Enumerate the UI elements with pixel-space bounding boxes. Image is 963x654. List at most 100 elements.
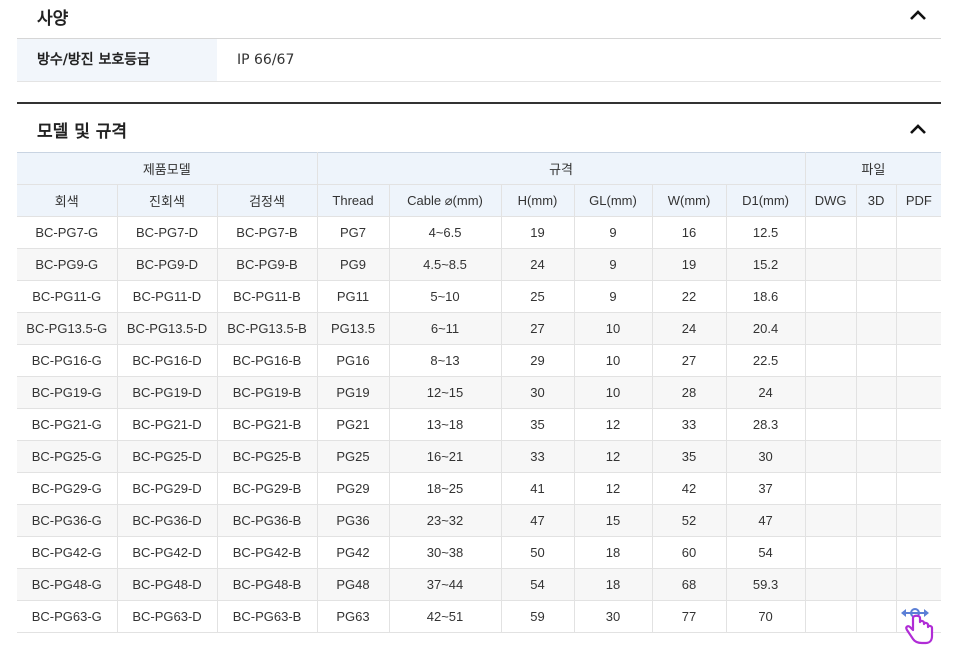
table-cell: PG36 (317, 504, 390, 537)
file-cell[interactable] (896, 536, 942, 569)
chevron-up-icon[interactable] (909, 8, 927, 22)
models-section-header[interactable]: 모델 및 규격 (17, 102, 941, 152)
table-cell: 18.6 (726, 280, 806, 313)
table-cell: 30 (501, 376, 575, 409)
table-cell: 50 (501, 536, 575, 569)
table-cell: 18 (574, 536, 653, 569)
table-cell: 35 (652, 440, 727, 473)
file-cell[interactable] (896, 280, 942, 313)
file-cell[interactable] (805, 472, 857, 505)
table-cell: 47 (501, 504, 575, 537)
table-cell: PG25 (317, 440, 390, 473)
file-cell[interactable] (856, 344, 897, 377)
table-cell: 30 (726, 440, 806, 473)
table-cell: BC-PG13.5-G (17, 312, 118, 345)
table-cell: 12 (574, 408, 653, 441)
file-cell[interactable] (856, 536, 897, 569)
group-header-model: 제품모델 (17, 152, 318, 185)
table-cell: 54 (726, 536, 806, 569)
table-cell: 22.5 (726, 344, 806, 377)
file-cell[interactable] (805, 312, 857, 345)
table-column-header-row: 회색 진회색 검정색 Thread Cable ⌀(mm) H(mm) GL(m… (17, 184, 942, 217)
file-cell[interactable] (805, 504, 857, 537)
table-cell: 42~51 (389, 600, 502, 633)
file-cell[interactable] (896, 344, 942, 377)
file-cell[interactable] (856, 600, 897, 633)
file-cell[interactable] (805, 600, 857, 633)
file-cell[interactable] (805, 440, 857, 473)
file-cell[interactable] (856, 216, 897, 249)
file-cell[interactable] (805, 376, 857, 409)
table-cell: 23~32 (389, 504, 502, 537)
table-cell: 20.4 (726, 312, 806, 345)
file-cell[interactable] (805, 248, 857, 281)
spec-section-header[interactable]: 사양 (17, 0, 941, 39)
file-cell[interactable] (896, 312, 942, 345)
table-cell: BC-PG36-B (217, 504, 318, 537)
table-cell: BC-PG42-G (17, 536, 118, 569)
file-cell[interactable] (856, 280, 897, 313)
table-cell: BC-PG48-B (217, 568, 318, 601)
column-header: W(mm) (652, 184, 727, 217)
table-cell: 41 (501, 472, 575, 505)
column-header: GL(mm) (574, 184, 653, 217)
file-cell[interactable] (896, 472, 942, 505)
file-cell[interactable] (805, 344, 857, 377)
file-cell[interactable] (856, 408, 897, 441)
table-cell: 59.3 (726, 568, 806, 601)
table-cell: BC-PG9-G (17, 248, 118, 281)
table-cell: 8~13 (389, 344, 502, 377)
file-cell[interactable] (896, 568, 942, 601)
file-cell[interactable] (896, 504, 942, 537)
table-cell: 28 (652, 376, 727, 409)
file-cell[interactable] (805, 280, 857, 313)
file-cell[interactable] (805, 216, 857, 249)
file-cell[interactable] (805, 536, 857, 569)
table-cell: PG21 (317, 408, 390, 441)
file-cell[interactable] (896, 440, 942, 473)
table-cell: PG48 (317, 568, 390, 601)
file-cell[interactable] (856, 248, 897, 281)
file-cell[interactable] (896, 248, 942, 281)
table-cell: 4.5~8.5 (389, 248, 502, 281)
table-cell: 22 (652, 280, 727, 313)
file-cell[interactable] (896, 376, 942, 409)
table-cell: PG19 (317, 376, 390, 409)
table-cell: BC-PG19-B (217, 376, 318, 409)
table-cell: 12~15 (389, 376, 502, 409)
table-cell: BC-PG63-G (17, 600, 118, 633)
file-cell[interactable] (856, 440, 897, 473)
table-cell: BC-PG29-D (117, 472, 218, 505)
file-cell[interactable] (856, 504, 897, 537)
table-cell: BC-PG29-G (17, 472, 118, 505)
file-cell[interactable] (896, 408, 942, 441)
group-header-file: 파일 (805, 152, 942, 185)
chevron-up-icon[interactable] (909, 122, 927, 136)
table-cell: 47 (726, 504, 806, 537)
column-header: Cable ⌀(mm) (389, 184, 502, 217)
table-cell: BC-PG21-D (117, 408, 218, 441)
table-cell: PG42 (317, 536, 390, 569)
table-cell: 12 (574, 440, 653, 473)
table-cell: BC-PG25-G (17, 440, 118, 473)
file-cell[interactable] (856, 376, 897, 409)
table-cell: BC-PG19-G (17, 376, 118, 409)
table-cell: 33 (652, 408, 727, 441)
file-cell[interactable] (805, 568, 857, 601)
table-cell: 25 (501, 280, 575, 313)
table-cell: BC-PG36-G (17, 504, 118, 537)
file-cell[interactable] (896, 216, 942, 249)
table-cell: 15.2 (726, 248, 806, 281)
file-cell[interactable] (856, 472, 897, 505)
file-cell[interactable] (856, 568, 897, 601)
table-cell: 16 (652, 216, 727, 249)
table-cell: BC-PG42-D (117, 536, 218, 569)
table-cell: 24 (652, 312, 727, 345)
table-cell: BC-PG9-B (217, 248, 318, 281)
table-row: BC-PG16-G BC-PG16-D BC-PG16-B PG16 8~13 29 10 2… (17, 344, 942, 377)
file-cell[interactable] (805, 408, 857, 441)
table-body: BC-PG7-G BC-PG7-D BC-PG7-B PG7 4~6.5 19 9 16 12.… (17, 216, 942, 633)
table-cell: BC-PG11-G (17, 280, 118, 313)
file-cell[interactable] (856, 312, 897, 345)
table-group-header-row: 제품모델 규격 파일 (17, 152, 942, 185)
